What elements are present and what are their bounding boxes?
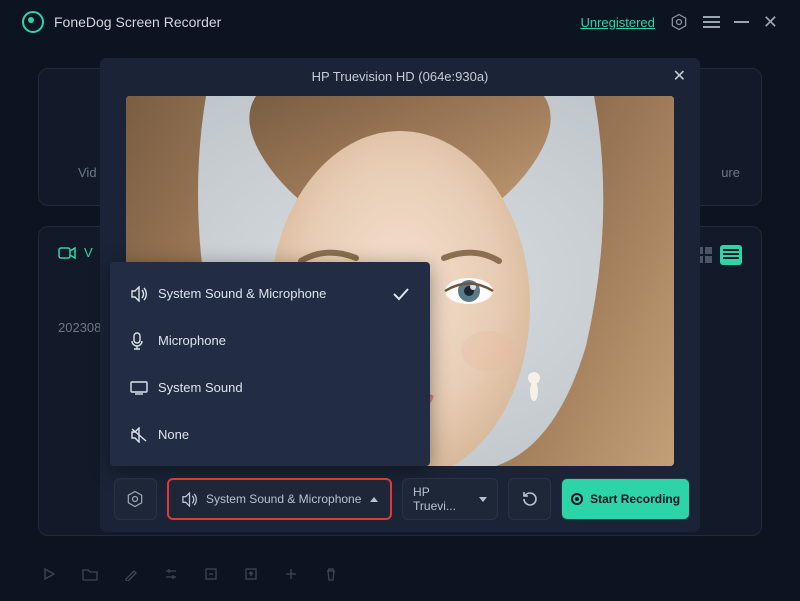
modal-controls: System Sound & Microphone HP Truevi... S… xyxy=(114,478,690,520)
start-recording-label: Start Recording xyxy=(590,492,680,506)
audio-option-system-sound[interactable]: System Sound xyxy=(110,364,430,411)
play-icon[interactable] xyxy=(42,567,56,581)
audio-selector-label: System Sound & Microphone xyxy=(206,492,362,506)
video-tab[interactable]: V xyxy=(58,245,93,260)
audio-source-menu: System Sound & Microphone Microphone Sys… xyxy=(110,262,430,466)
bg-label: Vid xyxy=(78,165,97,180)
microphone-icon xyxy=(130,332,158,350)
bottom-toolbar xyxy=(42,567,338,581)
bg-label: ure xyxy=(721,165,740,180)
folder-icon[interactable] xyxy=(82,567,98,581)
speaker-icon xyxy=(181,492,198,507)
audio-option-none[interactable]: None xyxy=(110,411,430,458)
reset-button[interactable] xyxy=(508,478,551,520)
gear-icon xyxy=(125,489,145,509)
audio-option-system-and-mic[interactable]: System Sound & Microphone xyxy=(110,270,430,317)
unregistered-link[interactable]: Unregistered xyxy=(580,15,654,30)
menu-icon[interactable] xyxy=(703,16,720,28)
checkmark-icon xyxy=(392,287,410,301)
minimize-button[interactable] xyxy=(734,21,749,23)
system-sound-icon xyxy=(130,381,158,395)
chevron-up-icon xyxy=(370,497,378,502)
modal-title: HP Truevision HD (064e:930a) xyxy=(312,69,489,84)
video-camera-icon xyxy=(58,246,76,260)
option-label: System Sound xyxy=(158,380,243,395)
export-icon[interactable] xyxy=(244,567,258,581)
audio-option-microphone[interactable]: Microphone xyxy=(110,317,430,364)
mute-icon xyxy=(130,427,158,443)
list-view-button[interactable] xyxy=(720,245,742,265)
close-button[interactable]: ✕ xyxy=(763,12,778,33)
option-label: None xyxy=(158,427,189,442)
compress-icon[interactable] xyxy=(204,567,218,581)
modal-close-button[interactable]: ✕ xyxy=(673,66,686,86)
settings-button[interactable] xyxy=(114,478,157,520)
rotate-icon xyxy=(521,490,539,508)
option-label: Microphone xyxy=(158,333,226,348)
sliders-icon[interactable] xyxy=(164,567,178,581)
camera-selector-label: HP Truevi... xyxy=(413,485,475,513)
camera-selector[interactable]: HP Truevi... xyxy=(402,478,498,520)
record-icon xyxy=(571,493,583,505)
titlebar: FoneDog Screen Recorder Unregistered ✕ xyxy=(0,0,800,44)
speaker-icon xyxy=(130,286,158,302)
trash-icon[interactable] xyxy=(324,567,338,581)
chevron-down-icon xyxy=(479,497,487,502)
add-icon[interactable] xyxy=(284,567,298,581)
option-label: System Sound & Microphone xyxy=(158,286,326,301)
audio-source-selector[interactable]: System Sound & Microphone xyxy=(167,478,392,520)
app-title: FoneDog Screen Recorder xyxy=(54,14,221,30)
edit-icon[interactable] xyxy=(124,567,138,581)
app-logo xyxy=(22,11,44,33)
start-recording-button[interactable]: Start Recording xyxy=(561,478,690,520)
settings-gear-icon[interactable] xyxy=(669,12,689,32)
